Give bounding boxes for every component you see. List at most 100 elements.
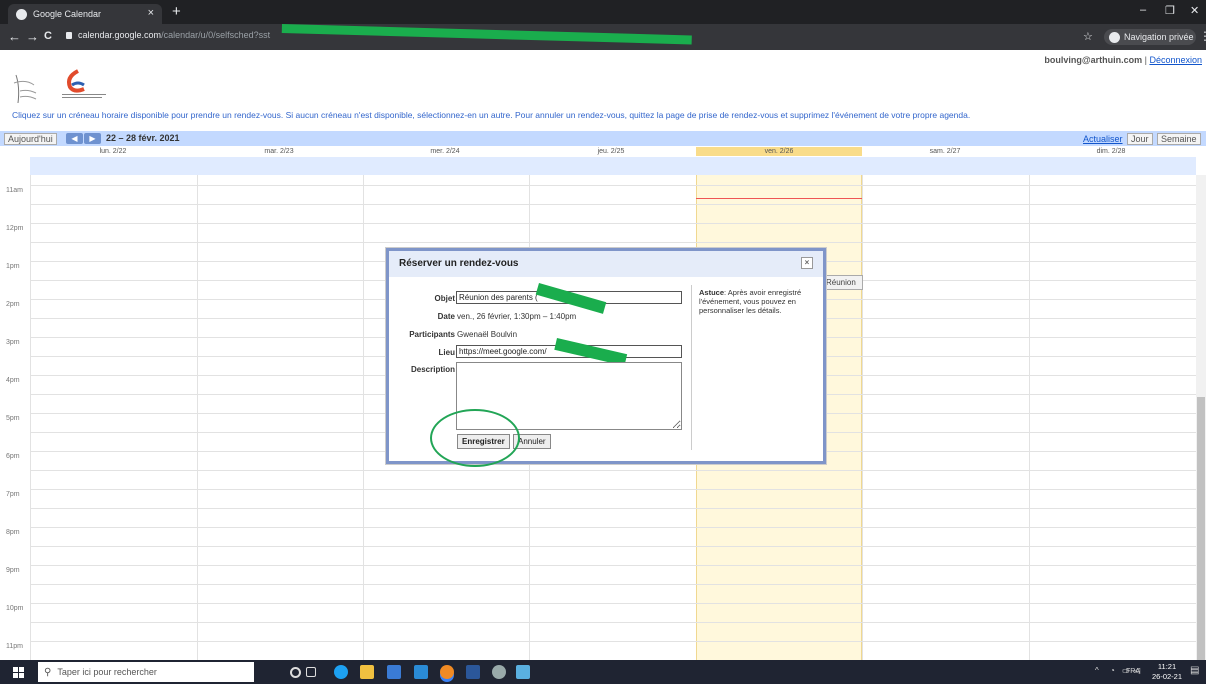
language-indicator[interactable]: FRA: [1126, 668, 1140, 675]
calendar-toolbar: Aujourd'hui ◀ ▶ 22 – 28 févr. 2021 Actua…: [0, 131, 1206, 146]
edge-icon[interactable]: [334, 665, 348, 679]
redaction-mark: [281, 24, 692, 45]
minimize-icon[interactable]: –: [1140, 4, 1146, 16]
today-button[interactable]: Aujourd'hui: [4, 133, 57, 145]
day-view-button[interactable]: Jour: [1127, 133, 1153, 145]
user-email: boulving@arthuin.com: [1044, 55, 1143, 65]
new-tab-button[interactable]: +: [172, 3, 181, 20]
word-icon[interactable]: [466, 665, 480, 679]
tab-title: Google Calendar: [33, 9, 102, 19]
day-header: lun. 2/22: [99, 148, 127, 155]
mail-icon[interactable]: [414, 665, 428, 679]
hour-label: 4pm: [6, 377, 20, 384]
notifications-icon[interactable]: ▤: [1190, 665, 1199, 676]
hour-line: [30, 489, 1196, 490]
dialog-close-icon[interactable]: ×: [801, 257, 813, 269]
bookmark-star-icon[interactable]: ☆: [1083, 30, 1093, 43]
dialog-title-text: Réserver un rendez-vous: [399, 258, 519, 269]
store-icon[interactable]: [387, 665, 401, 679]
dialog-title: Réserver un rendez-vous ×: [389, 251, 823, 277]
browser-menu-icon[interactable]: ⋮: [1199, 29, 1206, 43]
current-time-line: [696, 198, 862, 199]
hour-label: 11pm: [6, 643, 23, 650]
half-hour-line: [30, 508, 1196, 509]
refresh-link[interactable]: Actualiser: [1083, 134, 1123, 144]
photos-icon[interactable]: [516, 665, 530, 679]
tip-bold: Astuce: [699, 288, 725, 297]
browser-tab[interactable]: Google Calendar ×: [8, 4, 162, 24]
taskbar-search-placeholder: Taper ici pour rechercher: [57, 667, 157, 677]
description-label: Description: [410, 365, 455, 374]
day-header: sam. 2/27: [929, 148, 961, 155]
search-icon: ⚲: [44, 666, 52, 678]
hour-line: [30, 223, 1196, 224]
url-path: /calendar/u/0/selfsched?sst: [161, 30, 271, 40]
grid-divider: [862, 175, 863, 660]
incognito-label: Navigation privée: [1124, 32, 1194, 42]
participants-value: Gwenaël Boulvin: [457, 330, 518, 339]
day-header: jeu. 2/25: [597, 148, 625, 155]
network-icon[interactable]: ◔: [1110, 666, 1115, 675]
windows-taskbar: ⚲ Taper ici pour rechercher ^ ◔ ▭ ◁ FRA …: [0, 660, 1206, 684]
taskbar-search-box[interactable]: ⚲ Taper ici pour rechercher: [38, 662, 254, 682]
subject-label: Objet: [434, 294, 455, 303]
paint-icon[interactable]: [492, 665, 506, 679]
lock-icon: [66, 32, 72, 39]
hour-label: 10pm: [6, 605, 24, 612]
incognito-badge[interactable]: Navigation privée: [1104, 29, 1196, 45]
prev-week-button[interactable]: ◀: [66, 133, 83, 144]
half-hour-line: [30, 584, 1196, 585]
hour-label: 11am: [6, 187, 23, 194]
reload-icon[interactable]: C: [44, 30, 52, 42]
date-range: 22 – 28 févr. 2021: [106, 133, 180, 143]
windows-start-icon[interactable]: [13, 667, 24, 678]
clock-time: 11:21: [1157, 662, 1177, 671]
system-clock[interactable]: 11:21 26-02-21: [1152, 662, 1182, 682]
tab-close-icon[interactable]: ×: [148, 7, 154, 19]
maximize-icon[interactable]: ❐: [1165, 4, 1175, 17]
logout-link[interactable]: Déconnexion: [1149, 55, 1202, 65]
grid-divider: [363, 175, 364, 660]
back-icon[interactable]: ←: [8, 29, 21, 44]
half-hour-line: [30, 470, 1196, 471]
browser-tab-bar: Google Calendar × + – ❐ ✕: [0, 0, 1206, 24]
date-label: Date: [437, 312, 455, 321]
url-field[interactable]: calendar.google.com/calendar/u/0/selfsch…: [66, 30, 270, 40]
day-header-today: ven. 2/26: [696, 147, 862, 156]
half-hour-line: [30, 204, 1196, 205]
booking-instructions: Cliquez sur un créneau horaire disponibl…: [12, 110, 971, 120]
hour-label: 2pm: [6, 301, 20, 308]
incognito-icon: [1109, 31, 1120, 43]
calendar-favicon-icon: [16, 8, 27, 20]
day-header: mer. 2/24: [430, 148, 460, 155]
hour-label: 8pm: [6, 529, 20, 536]
hour-label: 3pm: [6, 339, 20, 346]
close-window-icon[interactable]: ✕: [1190, 4, 1199, 17]
day-headers: lun. 2/22 mar. 2/23 mer. 2/24 jeu. 2/25 …: [30, 147, 1196, 156]
grid-divider: [1029, 175, 1030, 660]
address-bar: ← → C calendar.google.com/calendar/u/0/s…: [0, 24, 1206, 50]
task-view-icon[interactable]: [306, 667, 316, 677]
all-day-row[interactable]: [30, 157, 1196, 175]
tray-chevron-icon[interactable]: ^: [1095, 666, 1099, 675]
chrome-icon[interactable]: [440, 665, 454, 679]
half-hour-line: [30, 622, 1196, 623]
hour-label: 7pm: [6, 491, 20, 498]
scrollbar-thumb[interactable]: [1197, 397, 1205, 660]
forward-icon[interactable]: →: [26, 29, 39, 44]
grid-divider: [197, 175, 198, 660]
week-view-button[interactable]: Semaine: [1157, 133, 1201, 145]
location-label: Lieu: [438, 348, 455, 357]
day-header: mar. 2/23: [264, 148, 294, 155]
tip-divider: [691, 285, 692, 450]
cortana-icon[interactable]: [290, 667, 301, 678]
day-header: dim. 2/28: [1096, 148, 1126, 155]
half-hour-line: [30, 546, 1196, 547]
file-explorer-icon[interactable]: [360, 665, 374, 679]
calendar-event[interactable]: Réunion: [823, 275, 863, 290]
next-week-button[interactable]: ▶: [84, 133, 101, 144]
school-logo: [13, 69, 106, 104]
tip-text: Astuce: Après avoir enregistré l'événeme…: [699, 288, 817, 315]
hour-line: [30, 185, 1196, 186]
date-value: ven., 26 février, 1:30pm – 1:40pm: [457, 312, 577, 321]
